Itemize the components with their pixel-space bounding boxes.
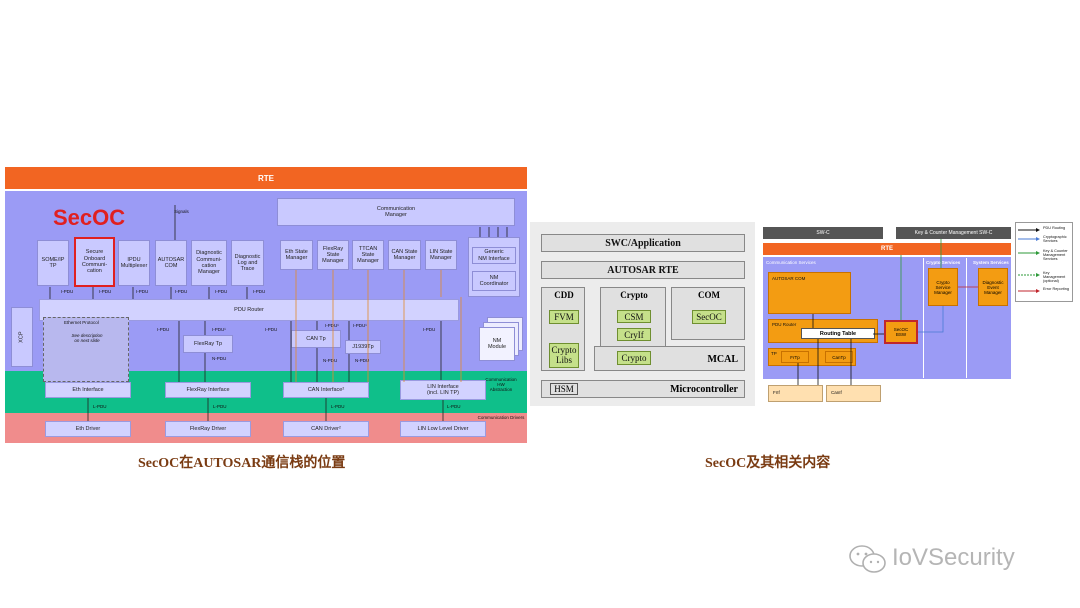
crypto-libs: Crypto Libs — [549, 343, 579, 368]
autosar-rte: AUTOSAR RTE — [541, 261, 745, 279]
secoc-layers-diagram: SWC/Application AUTOSAR RTE CDD FVM Cryp… — [530, 222, 755, 406]
right-caption: SecOC及其相关内容 — [705, 456, 831, 471]
mcal-title: MCAL — [707, 354, 738, 365]
crypto-driver: Crypto — [617, 351, 651, 365]
microcontroller-block: HSM Microcontroller — [541, 380, 745, 398]
left-caption: SecOC在AUTOSAR通信栈的位置 — [138, 456, 346, 471]
watermark-text: IoVSecurity — [892, 544, 1015, 571]
stack-connectors — [49, 205, 508, 421]
autosar-stack-diagram: RTE Communication HW Abstraction Communi… — [5, 167, 527, 443]
swc-application: SWC/Application — [541, 234, 745, 252]
csm: CSM — [617, 310, 651, 323]
wechat-icon — [849, 545, 886, 573]
com-block: COM SecOC — [671, 287, 745, 340]
cdd-block: CDD FVM Crypto Libs — [541, 287, 585, 371]
crypto-title: Crypto — [620, 290, 648, 300]
com-title: COM — [698, 290, 720, 300]
fvm: FVM — [549, 310, 579, 324]
secoc: SecOC — [692, 310, 726, 324]
microcontroller-title: Microcontroller — [670, 384, 738, 395]
secoc-routing-diagram: SW-C Key & Counter Management SW-C RTE C… — [763, 222, 1075, 406]
routing-arrows — [797, 239, 978, 385]
watermark: IoVSecurity — [848, 540, 1058, 578]
cdd-title: CDD — [554, 290, 574, 300]
hsm: HSM — [550, 383, 578, 395]
mcal-block: Crypto MCAL — [594, 346, 745, 371]
cryif: CryIf — [617, 328, 651, 341]
